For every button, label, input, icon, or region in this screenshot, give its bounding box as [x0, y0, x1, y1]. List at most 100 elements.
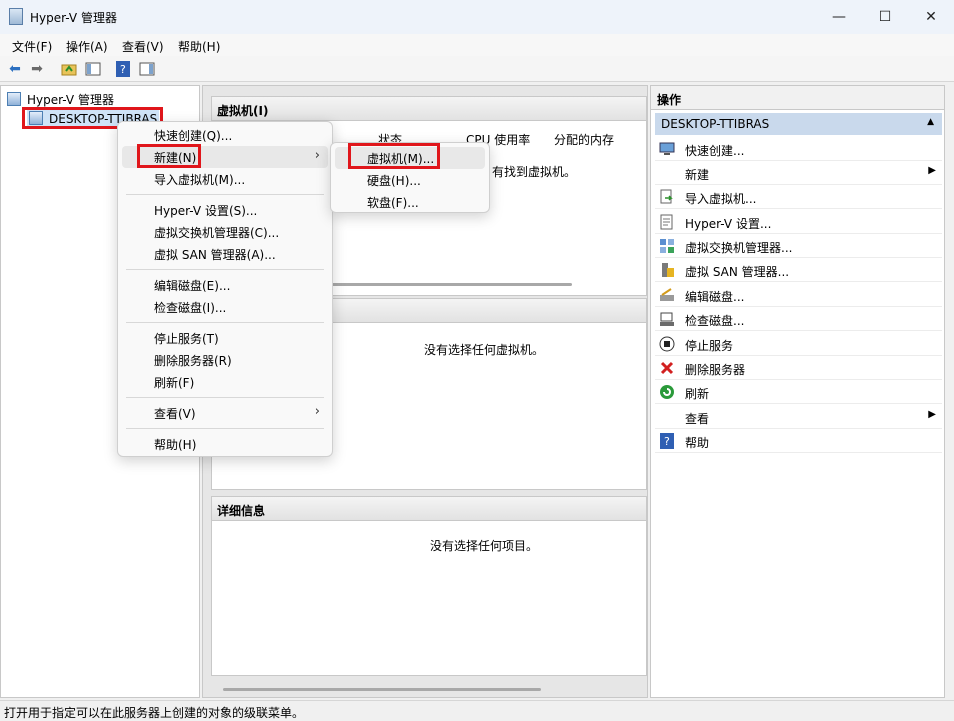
tree-root[interactable]: Hyper-V 管理器: [7, 91, 114, 108]
status-text: 打开用于指定可以在此服务器上创建的对象的级联菜单。: [4, 706, 305, 720]
ctx-separator: [126, 428, 324, 429]
menu-bar: 文件(F) 操作(A) 查看(V) 帮助(H): [0, 34, 954, 56]
ctx-refresh[interactable]: 刷新(F): [154, 374, 194, 391]
ctx-remove-server[interactable]: 删除服务器(R): [154, 352, 232, 369]
show-action-pane-icon[interactable]: [138, 60, 156, 78]
action-item[interactable]: 编辑磁盘...: [655, 283, 942, 307]
actions-group-label: DESKTOP-TTIBRAS: [661, 117, 770, 131]
ctx-inspect-disk[interactable]: 检查磁盘(I)...: [154, 299, 226, 316]
menu-help[interactable]: 帮助(H): [178, 38, 220, 55]
checkpoint-empty-text: 没有选择任何虚拟机。: [424, 343, 545, 357]
settings-icon: [659, 214, 675, 230]
refresh-icon: [659, 384, 675, 400]
ctx-quick-create[interactable]: 快速创建(Q)...: [154, 127, 232, 144]
edit-disk-icon: [659, 287, 675, 303]
status-bar: 打开用于指定可以在此服务器上创建的对象的级联菜单。: [0, 700, 954, 720]
action-label: 查看: [685, 412, 710, 426]
action-label: 停止服务: [685, 339, 734, 353]
menu-action[interactable]: 操作(A): [66, 38, 108, 55]
svg-text:?: ?: [120, 63, 126, 76]
action-label: Hyper-V 设置...: [685, 217, 772, 231]
action-item[interactable]: 快速创建...: [655, 137, 942, 161]
action-item[interactable]: 虚拟交换机管理器...: [655, 234, 942, 258]
help-icon[interactable]: ?: [114, 60, 132, 78]
ctx-edit-disk[interactable]: 编辑磁盘(E)...: [154, 277, 230, 294]
ctx-hyperv-settings[interactable]: Hyper-V 设置(S)...: [154, 202, 257, 219]
ctx-separator: [126, 194, 324, 195]
details-section-title: 详细信息: [212, 497, 646, 521]
action-label: 虚拟交换机管理器...: [685, 241, 793, 255]
help-icon: ?: [659, 433, 675, 449]
window-title: Hyper-V 管理器: [30, 11, 117, 25]
inspect-disk-icon: [659, 311, 675, 327]
ctx-help[interactable]: 帮助(H): [154, 436, 196, 453]
maximize-button[interactable]: ☐: [862, 0, 908, 34]
ctx-san-manager[interactable]: 虚拟 SAN 管理器(A)...: [154, 246, 276, 263]
center-horizontal-scrollbar[interactable]: [223, 688, 541, 691]
hyperv-manager-icon: [7, 92, 21, 106]
details-empty-text: 没有选择任何项目。: [430, 539, 539, 553]
ctx-separator: [126, 397, 324, 398]
highlight-virtual-machine: [348, 143, 440, 169]
ctx-separator: [126, 322, 324, 323]
action-item[interactable]: 导入虚拟机...: [655, 185, 942, 209]
action-item[interactable]: Hyper-V 设置...: [655, 210, 942, 234]
action-item[interactable]: 删除服务器: [655, 356, 942, 380]
svg-text:?: ?: [664, 435, 670, 448]
action-item[interactable]: 虚拟 SAN 管理器...: [655, 258, 942, 282]
action-item[interactable]: 检查磁盘...: [655, 307, 942, 331]
ctx-switch-manager[interactable]: 虚拟交换机管理器(C)...: [154, 224, 279, 241]
action-label: 新建: [685, 168, 710, 182]
ctx-stop-service[interactable]: 停止服务(T): [154, 330, 219, 347]
action-label: 导入虚拟机...: [685, 192, 757, 206]
submenu-arrow-icon: ▶: [928, 409, 936, 420]
up-folder-icon[interactable]: [60, 60, 78, 78]
context-menu: 快速创建(Q)... 新建(N) › 导入虚拟机(M)... Hyper-V 设…: [117, 121, 333, 457]
back-icon[interactable]: ⬅: [6, 60, 24, 78]
menu-view[interactable]: 查看(V): [122, 38, 164, 55]
hyperv-app-icon: [9, 8, 23, 25]
details-section: 详细信息 没有选择任何项目。: [211, 496, 647, 676]
submenu-floppy-disk[interactable]: 软盘(F)...: [367, 194, 419, 211]
collapse-icon[interactable]: ▲: [927, 117, 934, 127]
action-label: 编辑磁盘...: [685, 290, 745, 304]
submenu-hard-disk[interactable]: 硬盘(H)...: [367, 172, 421, 189]
quick-create-icon: [659, 141, 675, 157]
action-item[interactable]: 停止服务: [655, 332, 942, 356]
action-label: 刷新: [685, 387, 710, 401]
ctx-import-vm[interactable]: 导入虚拟机(M)...: [154, 171, 245, 188]
action-item[interactable]: 新建 ▶: [655, 161, 942, 185]
vm-horizontal-scrollbar[interactable]: [332, 283, 572, 286]
action-label: 虚拟 SAN 管理器...: [685, 265, 790, 279]
chevron-right-icon: ›: [314, 404, 320, 419]
action-item[interactable]: 刷新: [655, 380, 942, 404]
actions-pane: 操作 DESKTOP-TTIBRAS ▲ 快速创建... 新建 ▶ 导入虚拟机... H…: [650, 85, 945, 698]
ctx-separator: [126, 269, 324, 270]
delete-icon: [659, 360, 675, 376]
vm-empty-text: 有找到虚拟机。: [492, 165, 577, 179]
menu-file[interactable]: 文件(F): [12, 38, 52, 55]
tree-root-label: Hyper-V 管理器: [27, 93, 114, 107]
close-button[interactable]: ✕: [908, 0, 954, 34]
action-label: 检查磁盘...: [685, 314, 745, 328]
action-label: 帮助: [685, 436, 710, 450]
import-icon: [659, 189, 675, 205]
title-bar: Hyper-V 管理器 — ☐ ✕: [0, 0, 954, 34]
action-label: 删除服务器: [685, 363, 746, 377]
ctx-view[interactable]: 查看(V): [154, 405, 196, 422]
minimize-button[interactable]: —: [816, 0, 862, 34]
actions-group-header[interactable]: DESKTOP-TTIBRAS ▲: [655, 113, 942, 135]
show-hide-tree-icon[interactable]: [84, 60, 102, 78]
action-item[interactable]: 查看 ▶: [655, 405, 942, 429]
column-memory[interactable]: 分配的内存: [554, 131, 614, 148]
highlight-new-item: [137, 144, 201, 168]
action-item[interactable]: ? 帮助: [655, 429, 942, 453]
switch-icon: [659, 238, 675, 254]
actions-title: 操作: [651, 86, 944, 110]
forward-icon[interactable]: ➡: [28, 60, 46, 78]
action-label: 快速创建...: [685, 144, 745, 158]
san-icon: [659, 262, 675, 278]
stop-icon: [659, 336, 675, 352]
toolbar: ⬅ ➡ ?: [0, 56, 954, 82]
submenu-arrow-icon: ▶: [928, 165, 936, 176]
